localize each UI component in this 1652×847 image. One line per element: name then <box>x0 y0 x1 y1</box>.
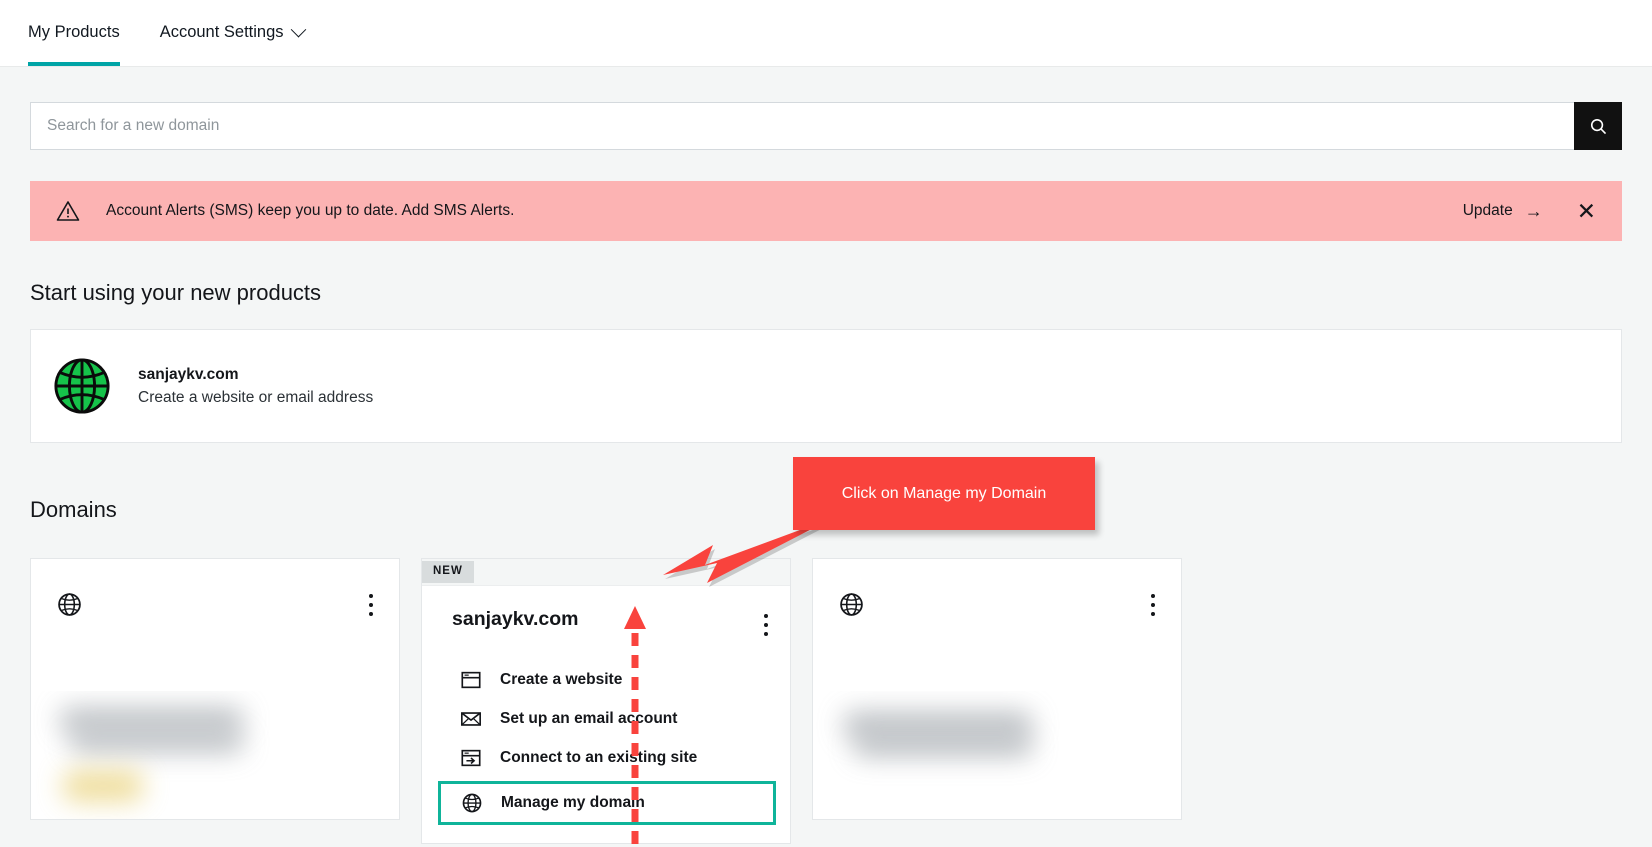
account-alert-banner: Account Alerts (SMS) keep you up to date… <box>30 181 1622 241</box>
chevron-down-icon <box>290 21 306 37</box>
close-icon[interactable]: ✕ <box>1577 199 1596 223</box>
kebab-menu-icon[interactable] <box>1151 593 1155 616</box>
action-label: Create a website <box>500 670 623 688</box>
nav-tab-list: My Products Account Settings <box>28 0 344 66</box>
domain-card-left[interactable] <box>30 558 400 820</box>
redacted-content-left <box>31 691 399 819</box>
kebab-dot <box>369 611 373 616</box>
domain-action-list: Create a website Set up an email account <box>438 660 776 825</box>
product-info: sanjaykv.com Create a website or email a… <box>138 366 373 407</box>
kebab-dot <box>1151 611 1155 616</box>
kebab-dot <box>369 593 373 598</box>
product-subtitle: Create a website or email address <box>138 388 374 406</box>
action-manage-my-domain[interactable]: Manage my domain <box>438 781 776 825</box>
product-name: sanjaykv.com <box>138 365 239 383</box>
product-card[interactable]: sanjaykv.com Create a website or email a… <box>30 329 1622 443</box>
arrow-right-icon: → <box>1524 201 1543 221</box>
domain-card-right-header <box>813 559 1181 617</box>
domain-search-bar <box>30 102 1622 150</box>
globe-icon <box>54 358 110 414</box>
status-badge: NEW <box>422 561 474 583</box>
action-label: Set up an email account <box>500 709 678 727</box>
redacted-content-right <box>813 691 1181 819</box>
action-label: Connect to an existing site <box>500 748 698 766</box>
redacted-line <box>69 731 244 753</box>
globe-icon <box>462 793 482 813</box>
search-input[interactable] <box>30 102 1574 150</box>
kebab-menu-icon[interactable] <box>764 614 768 636</box>
browser-window-icon <box>461 671 481 688</box>
top-navigation-bar: My Products Account Settings <box>0 0 1652 67</box>
kebab-dot <box>1151 593 1155 598</box>
kebab-menu-icon[interactable] <box>369 593 373 616</box>
tab-account-settings[interactable]: Account Settings <box>159 0 306 66</box>
annotation-callout-text: Click on Manage my Domain <box>841 484 1047 502</box>
domain-card-right[interactable] <box>812 558 1182 820</box>
globe-icon <box>840 593 863 616</box>
domain-card-left-header <box>31 559 399 617</box>
domain-card-featured-body: sanjaykv.com Create a website Set up an … <box>422 586 790 843</box>
alert-update-label: Update <box>1462 202 1513 219</box>
annotation-dashed-arrow <box>624 606 646 844</box>
page-content: Account Alerts (SMS) keep you up to date… <box>0 102 1652 847</box>
action-connect-to-an-existing-site[interactable]: Connect to an existing site <box>452 738 768 777</box>
tab-account-settings-label: Account Settings <box>159 22 284 41</box>
annotation-arrow <box>663 517 835 587</box>
search-button[interactable] <box>1574 102 1622 150</box>
tab-my-products[interactable]: My Products <box>28 0 120 66</box>
redacted-line <box>59 707 244 733</box>
kebab-dot <box>764 623 768 627</box>
warning-triangle-icon <box>56 201 80 221</box>
action-set-up-an-email-account[interactable]: Set up an email account <box>452 699 768 738</box>
alert-message: Account Alerts (SMS) keep you up to date… <box>106 202 515 219</box>
redacted-badge <box>63 771 143 801</box>
kebab-dot <box>369 602 373 607</box>
tab-my-products-label: My Products <box>28 22 120 41</box>
kebab-dot <box>1151 602 1155 607</box>
action-create-a-website[interactable]: Create a website <box>452 660 768 699</box>
envelope-icon <box>461 711 481 726</box>
browser-arrow-icon <box>461 749 481 766</box>
globe-icon <box>58 593 81 616</box>
alert-update-link[interactable]: Update → <box>1463 202 1543 220</box>
domain-name: sanjaykv.com <box>452 608 579 630</box>
start-section-title: Start using your new products <box>30 280 322 305</box>
redacted-line <box>853 735 1033 757</box>
annotation-callout: Click on Manage my Domain <box>793 457 1095 530</box>
kebab-dot <box>764 632 768 636</box>
search-icon <box>1590 118 1606 134</box>
